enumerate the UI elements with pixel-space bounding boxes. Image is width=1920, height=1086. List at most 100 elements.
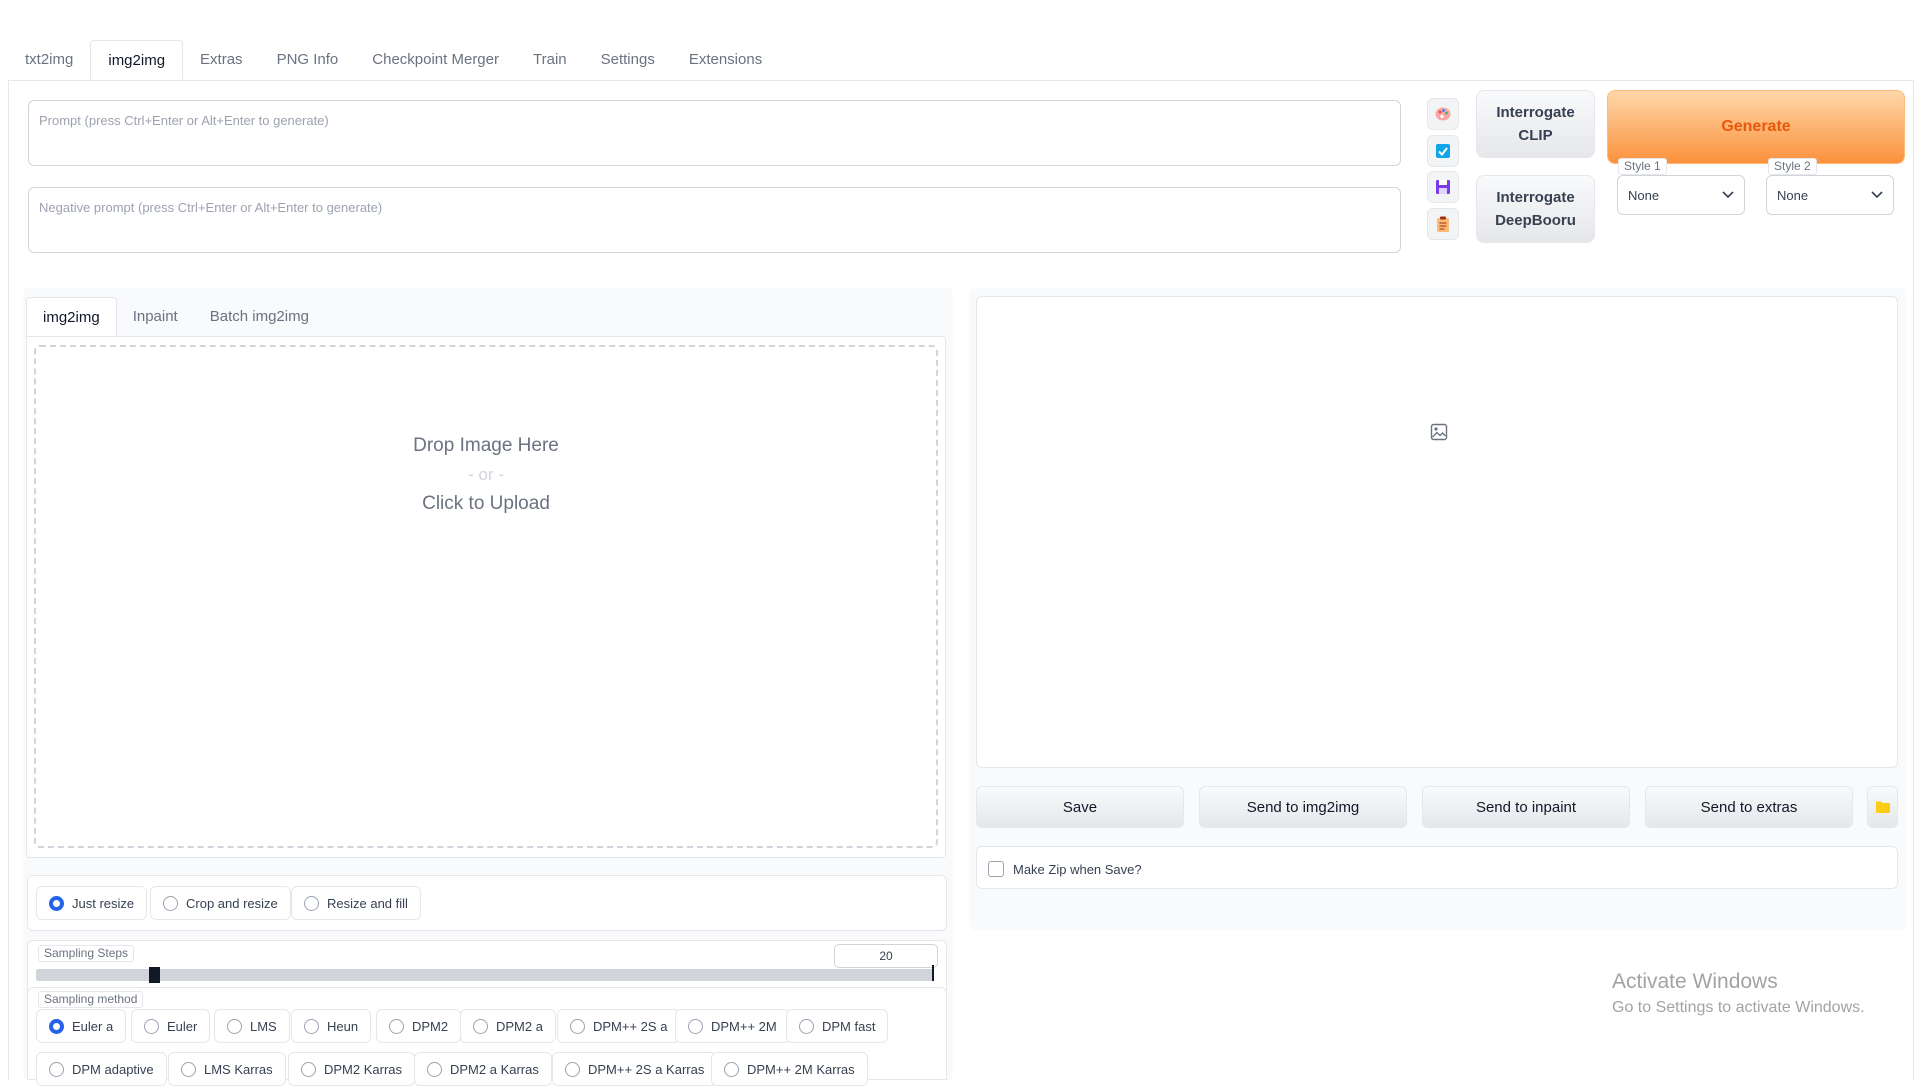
style1-select[interactable]: None — [1617, 175, 1745, 215]
interrogate-deepbooru-label: Interrogate DeepBooru — [1495, 189, 1576, 229]
subtab-inpaint[interactable]: Inpaint — [117, 297, 194, 337]
drop-or: - or - — [468, 465, 504, 484]
tab-checkpoint-merger[interactable]: Checkpoint Merger — [355, 40, 516, 80]
sampler-dpm2-a-karras[interactable]: DPM2 a Karras — [414, 1052, 552, 1086]
generate-button[interactable]: Generate — [1607, 90, 1905, 164]
tab-settings[interactable]: Settings — [584, 40, 672, 80]
sampler-lms[interactable]: LMS — [214, 1009, 290, 1043]
radio-unselected — [304, 895, 319, 911]
clipboard-icon — [1437, 216, 1449, 232]
sampling-steps-number[interactable]: 20 — [834, 944, 938, 968]
interrogate-deepbooru-line1: Interrogate — [1496, 189, 1575, 206]
save-button[interactable]: Save — [976, 786, 1184, 828]
checkbox-icon — [1436, 144, 1450, 158]
radio-unselected — [304, 1018, 319, 1034]
watermark-subtitle: Go to Settings to activate Windows. — [1612, 999, 1865, 1016]
tab-png-info[interactable]: PNG Info — [260, 40, 356, 80]
sampler-label: DPM fast — [822, 1018, 876, 1034]
clipboard-button[interactable] — [1427, 208, 1459, 240]
radio-unselected — [473, 1018, 488, 1034]
sampler-label: DPM2 — [412, 1018, 449, 1034]
make-zip-checkbox[interactable]: Make Zip when Save? — [988, 861, 1142, 877]
sampler-label: Euler — [167, 1018, 198, 1034]
image-drop-zone[interactable]: Drop Image Here - or - Click to Upload — [34, 345, 938, 848]
radio-unselected — [163, 895, 178, 911]
interrogate-deepbooru-line2: DeepBooru — [1495, 212, 1576, 229]
resize-resize-and-fill-label: Resize and fill — [327, 895, 408, 911]
send-to-inpaint-button[interactable]: Send to inpaint — [1422, 786, 1630, 828]
radio-selected — [49, 895, 64, 911]
sampler-label: DPM2 a — [496, 1018, 543, 1034]
chevron-down-icon — [1722, 191, 1734, 199]
send-to-img2img-label: Send to img2img — [1246, 798, 1360, 816]
folder-icon — [1875, 801, 1890, 813]
send-to-extras-button[interactable]: Send to extras — [1645, 786, 1853, 828]
chevron-down-icon — [1871, 191, 1883, 199]
sampler-label: DPM2 Karras — [324, 1061, 403, 1077]
interrogate-deepbooru-button[interactable]: Interrogate DeepBooru — [1476, 175, 1595, 243]
sampling-steps-slider[interactable] — [36, 969, 934, 981]
sampler-label: DPM++ 2M Karras — [747, 1061, 855, 1077]
sampling-method-label: Sampling method — [38, 991, 144, 1008]
sampler-dpmpp-2m-karras[interactable]: DPM++ 2M Karras — [711, 1052, 868, 1086]
radio-unselected — [570, 1018, 585, 1034]
resize-resize-and-fill[interactable]: Resize and fill — [291, 886, 421, 920]
sampler-dpm2[interactable]: DPM2 — [376, 1009, 462, 1043]
send-to-inpaint-label: Send to inpaint — [1475, 798, 1577, 816]
slider-thumb[interactable] — [149, 967, 161, 983]
send-to-extras-label: Send to extras — [1700, 798, 1798, 816]
radio-selected — [49, 1018, 64, 1034]
sampler-label: DPM adaptive — [72, 1061, 154, 1077]
sampler-dpm2-a[interactable]: DPM2 a — [460, 1009, 556, 1043]
sampler-euler[interactable]: Euler — [131, 1009, 211, 1043]
sampler-dpm-fast[interactable]: DPM fast — [786, 1009, 889, 1043]
sampler-label: DPM++ 2S a — [593, 1018, 668, 1034]
radio-unselected — [301, 1061, 316, 1077]
sampler-heun[interactable]: Heun — [291, 1009, 372, 1043]
sampler-dpm2-karras[interactable]: DPM2 Karras — [288, 1052, 416, 1086]
sampler-label: DPM2 a Karras — [450, 1061, 539, 1077]
main-tabs: txt2img img2img Extras PNG Info Checkpoi… — [8, 40, 779, 80]
interrogate-clip-button[interactable]: Interrogate CLIP — [1476, 90, 1595, 158]
save-style-button[interactable] — [1427, 171, 1459, 203]
resize-just-resize[interactable]: Just resize — [36, 886, 148, 920]
radio-unselected — [688, 1018, 703, 1034]
input-tabs: img2img Inpaint Batch img2img — [26, 297, 325, 337]
style2-select[interactable]: None — [1766, 175, 1894, 215]
style1-value: None — [1628, 187, 1660, 203]
resize-crop-and-resize[interactable]: Crop and resize — [150, 886, 291, 920]
sampler-label: Euler a — [72, 1018, 114, 1034]
radio-unselected — [49, 1061, 64, 1077]
sampling-steps-label: Sampling Steps — [38, 945, 135, 962]
subtab-img2img[interactable]: img2img — [26, 297, 117, 337]
radio-unselected — [227, 1018, 242, 1034]
open-folder-button[interactable] — [1867, 786, 1898, 828]
palette-button[interactable] — [1427, 98, 1459, 130]
make-zip-label: Make Zip when Save? — [1013, 861, 1142, 877]
sampler-dpmpp-2s-a-karras[interactable]: DPM++ 2S a Karras — [552, 1052, 718, 1086]
subtab-batch-img2img[interactable]: Batch img2img — [194, 297, 325, 337]
sampler-dpm-adaptive[interactable]: DPM adaptive — [36, 1052, 167, 1086]
tab-train[interactable]: Train — [516, 40, 584, 80]
negative-prompt-input[interactable]: Negative prompt (press Ctrl+Enter or Alt… — [28, 187, 1401, 253]
sampler-label: LMS — [250, 1018, 277, 1034]
tab-extras[interactable]: Extras — [183, 40, 260, 80]
send-to-img2img-button[interactable]: Send to img2img — [1199, 786, 1407, 828]
tab-txt2img[interactable]: txt2img — [8, 40, 90, 80]
radio-unselected — [565, 1061, 580, 1077]
sampler-label: DPM++ 2S a Karras — [588, 1061, 705, 1077]
watermark-title: Activate Windows — [1612, 970, 1778, 993]
tab-extensions[interactable]: Extensions — [672, 40, 779, 80]
checkbox-button[interactable] — [1427, 135, 1459, 167]
prompt-input[interactable]: Prompt (press Ctrl+Enter or Alt+Enter to… — [28, 100, 1401, 166]
drop-text: Drop Image Here — [413, 435, 559, 456]
sampler-label: DPM++ 2M — [711, 1018, 777, 1034]
activate-windows-watermark: Activate Windows Go to Settings to activ… — [1612, 970, 1865, 1017]
sampler-dpmpp-2m[interactable]: DPM++ 2M — [675, 1009, 790, 1043]
sampler-dpmpp-2s-a[interactable]: DPM++ 2S a — [557, 1009, 681, 1043]
tab-img2img[interactable]: img2img — [90, 40, 184, 80]
sampler-euler-a[interactable]: Euler a — [36, 1009, 127, 1043]
radio-unselected — [144, 1018, 159, 1034]
palette-icon — [1435, 107, 1451, 121]
sampler-lms-karras[interactable]: LMS Karras — [168, 1052, 286, 1086]
